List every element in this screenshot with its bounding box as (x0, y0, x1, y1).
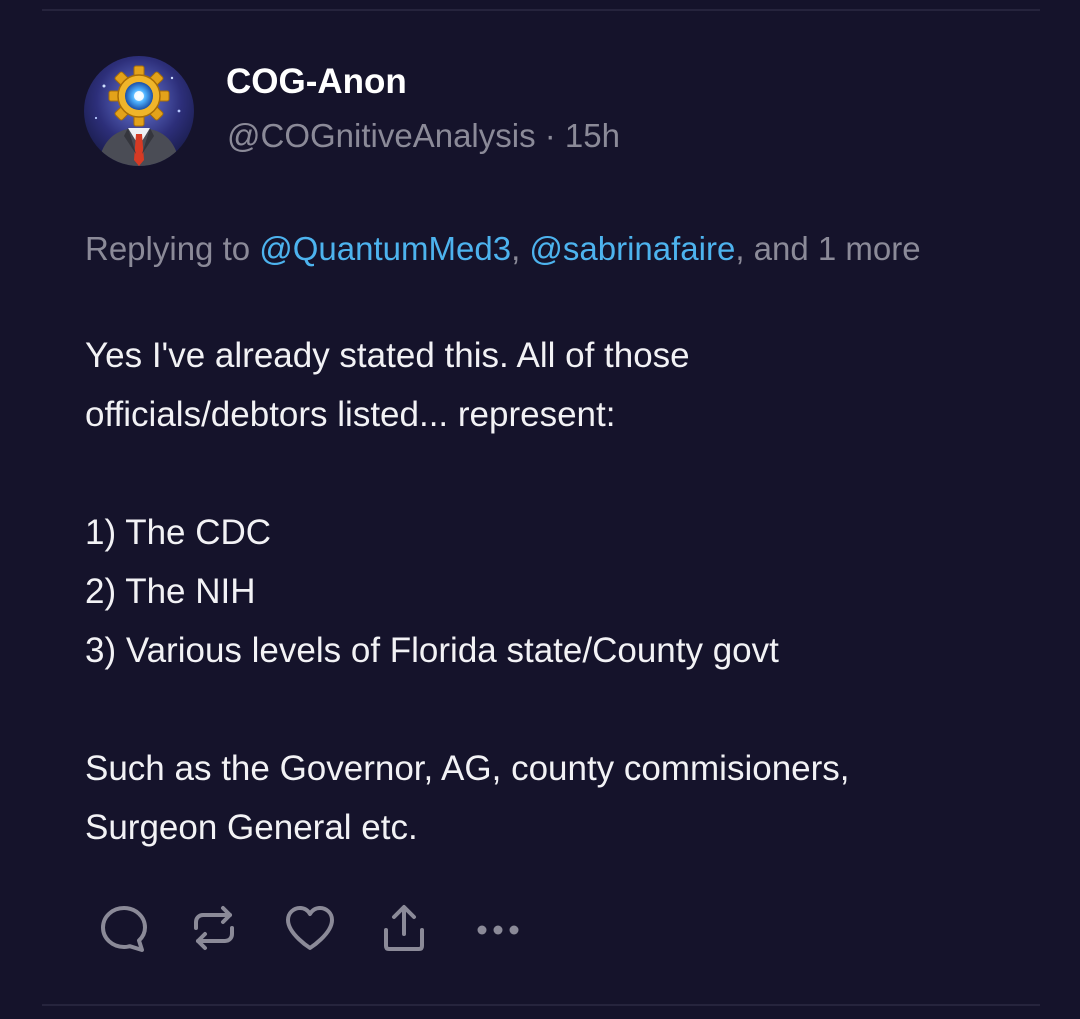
post-blank-line (85, 680, 1045, 739)
mention-link[interactable]: @QuantumMed3 (259, 230, 511, 267)
post-text-line: 3) Various levels of Florida state/Count… (85, 631, 779, 670)
reply-icon (101, 906, 147, 952)
post-text-line: 1) The CDC (85, 513, 272, 552)
mention-link[interactable]: @sabrinafaire (529, 230, 735, 267)
repost-icon (194, 906, 234, 950)
author-display-name[interactable]: COG-Anon (226, 60, 407, 104)
meta-separator: · (535, 117, 565, 154)
repost-button[interactable] (186, 900, 242, 956)
post-text-line: Surgeon General etc. (85, 808, 418, 847)
post-timestamp[interactable]: 15h (565, 117, 620, 154)
more-icon (477, 925, 519, 935)
gear-head-avatar-icon (84, 56, 194, 166)
reply-joiner: , (511, 230, 530, 267)
share-icon (384, 905, 424, 951)
reply-prefix: Replying to (85, 230, 260, 267)
reply-suffix[interactable]: , and 1 more (735, 230, 920, 267)
more-button[interactable] (470, 900, 526, 956)
like-button[interactable] (282, 900, 338, 956)
post-text-line: 2) The NIH (85, 572, 256, 611)
post-text-line: Such as the Governor, AG, county commisi… (85, 749, 850, 788)
post-text-line: Yes I've already stated this. All of tho… (85, 336, 690, 375)
post-text-line: officials/debtors listed... represent: (85, 395, 616, 434)
author-handle[interactable]: @COGnitiveAnalysis (227, 117, 536, 154)
share-button[interactable] (376, 900, 432, 956)
heart-icon (286, 906, 334, 950)
reply-context: Replying to @QuantumMed3, @sabrinafaire,… (85, 222, 985, 275)
reply-button[interactable] (96, 900, 152, 956)
post-blank-line (85, 444, 1045, 503)
bottom-divider (42, 1004, 1040, 1006)
top-divider (42, 9, 1040, 11)
post-body: Yes I've already stated this. All of tho… (85, 326, 1045, 857)
avatar[interactable] (84, 56, 194, 166)
author-meta: @COGnitiveAnalysis · 15h (227, 114, 620, 158)
